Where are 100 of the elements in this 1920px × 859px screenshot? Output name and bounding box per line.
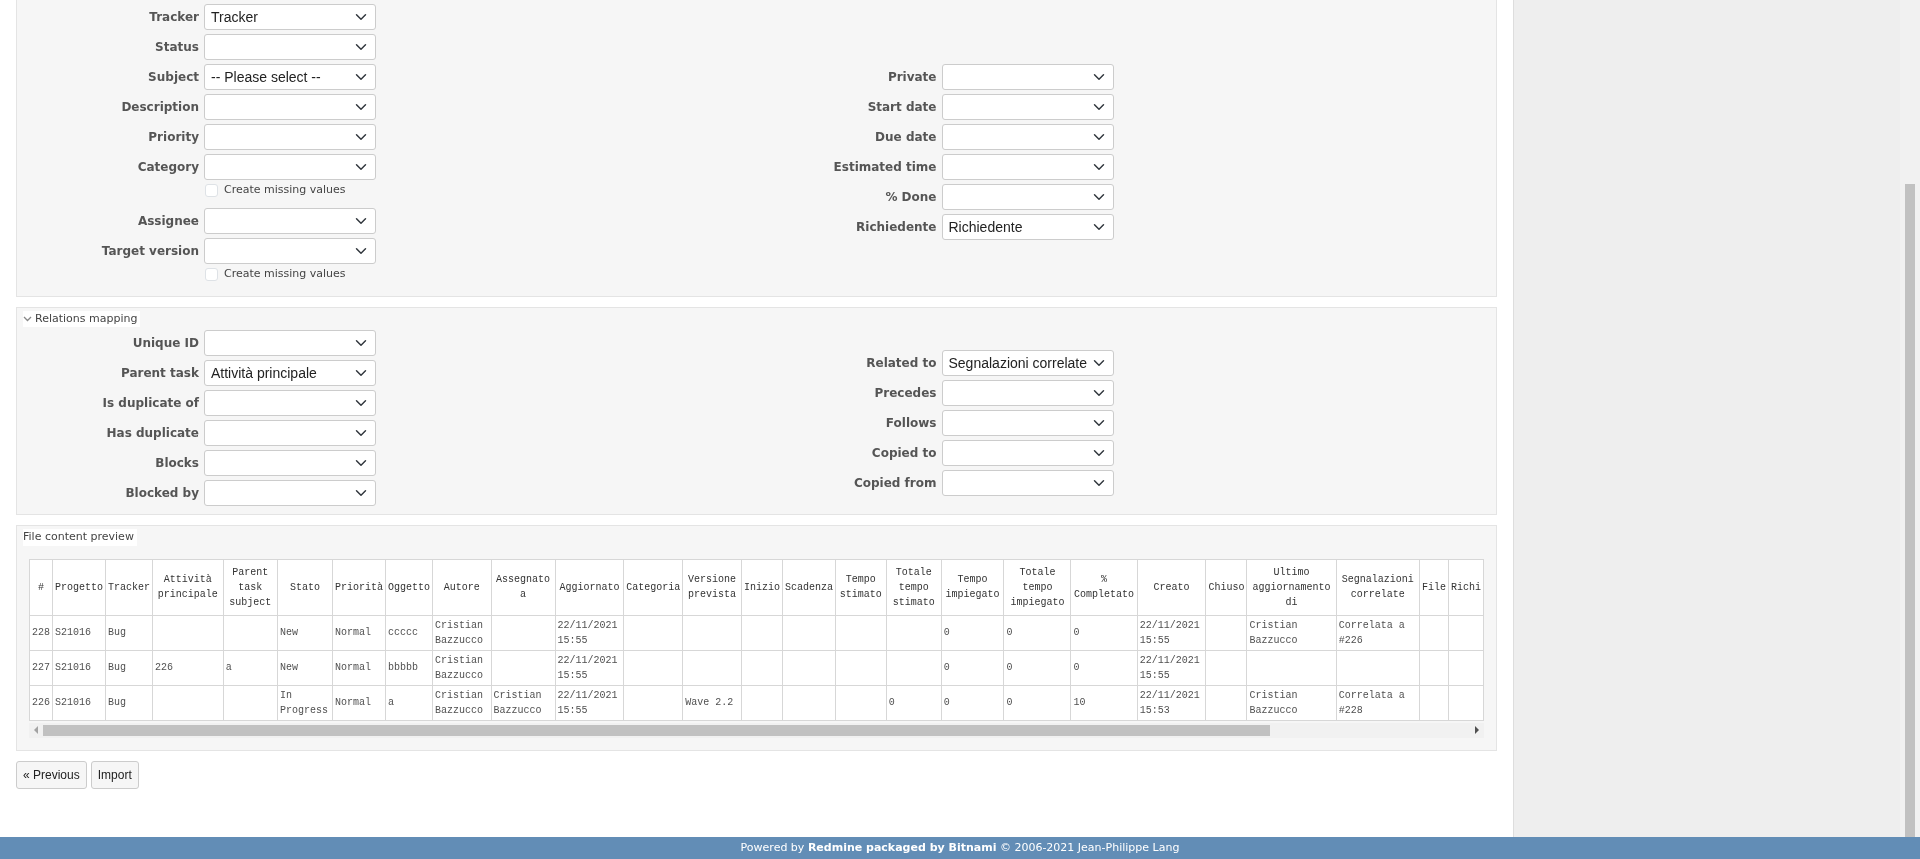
field-label: Description [120,99,199,116]
column-header: Assegnato a [491,559,556,616]
column-header: Richi [1448,559,1484,616]
dropdown-field[interactable]: Tracker [204,4,376,30]
table-cell: 22/11/2021 15:55 [555,615,624,651]
section-legend: Relations mapping [35,310,138,328]
table-cell: New [277,615,333,651]
table-cell: 22/11/2021 15:55 [555,650,624,686]
dropdown-field[interactable] [941,380,1114,407]
field-label: Copied from [852,475,937,493]
field-label: Related to [865,355,937,373]
dropdown-field[interactable] [941,184,1114,210]
field-label: Priority [147,129,199,146]
field-label: Assignee [136,213,199,230]
section-legend: File content preview [23,529,134,546]
column-header: % Completato [1071,559,1138,616]
table-cell: 0 [1071,650,1138,686]
table-cell: S21016 [52,615,106,651]
table-cell: 22/11/2021 15:53 [1137,685,1206,721]
field-label: % Done [884,189,937,206]
checkbox-label: Create missing values [224,266,346,282]
field-label: Unique ID [131,335,199,353]
table-cell: Cristian Bazzucco [1246,615,1337,651]
dropdown-field[interactable] [941,94,1114,120]
dropdown-field[interactable] [204,450,376,477]
column-header: Versione prevista [682,559,742,616]
table-cell: 0 [1071,615,1138,651]
dropdown-field[interactable] [204,420,376,447]
dropdown-field[interactable] [941,440,1114,467]
dropdown-field[interactable] [204,330,376,357]
table-cell: Cristian Bazzucco [491,685,556,721]
column-header: Creato [1137,559,1206,616]
page-scrollbar[interactable] [1900,0,1920,837]
column-header: Tracker [105,559,153,616]
dropdown-field[interactable] [941,64,1114,90]
table-cell: 227 [29,650,53,686]
table-cell: S21016 [52,685,106,721]
table-cell: 22/11/2021 15:55 [1137,615,1206,651]
dropdown-field[interactable]: Attività principale [204,360,376,387]
dropdown-field[interactable] [204,154,376,180]
field-label: Estimated time [832,159,937,176]
table-cell: 228 [29,615,53,651]
dropdown-field[interactable] [204,390,376,417]
footer-text: Powered by Redmine packaged by Bitnami © 2006-2021 Jean-Philippe Lang [740,839,1180,856]
dropdown-field[interactable] [204,94,376,120]
dropdown-field[interactable] [204,124,376,150]
dropdown-field[interactable]: Segnalazioni correlate [941,350,1114,377]
column-header: Totale tempo impiegato [1003,559,1071,616]
table-cell: Bug [105,615,153,651]
field-label: Parent task [119,365,199,383]
field-label: Due date [874,129,937,146]
field-label: Precedes [873,385,937,403]
table-cell: Bug [105,685,153,721]
field-label: Start date [866,99,937,116]
column-header: Tempo impiegato [941,559,1004,616]
checkbox[interactable] [205,184,218,197]
table-cell: Correlata a #226 [1336,615,1420,651]
table-cell: 226 [29,685,53,721]
field-label: Is duplicate of [101,395,199,413]
nav-button[interactable]: Import [90,760,139,789]
dropdown-field[interactable] [204,208,376,234]
chevron-down-icon[interactable] [23,316,32,322]
table-cell: Cristian Bazzucco [1246,685,1337,721]
horizontal-scrollbar[interactable] [29,722,1484,738]
column-header: Priorità [332,559,386,616]
dropdown-field[interactable] [941,154,1114,180]
dropdown-field[interactable] [204,34,376,60]
column-header: Scadenza [782,559,836,616]
table-cell: a [385,685,433,721]
checkbox[interactable] [205,268,218,281]
column-header: Aggiornato [555,559,624,616]
nav-button[interactable]: « Previous [16,760,87,789]
table-cell: 0 [886,685,942,721]
table-cell: 10 [1071,685,1138,721]
dropdown-field[interactable]: Richiedente [941,214,1114,240]
column-header: Chiuso [1205,559,1247,616]
dropdown-field[interactable] [204,480,376,507]
column-header: Ultimo aggiornamento di [1246,559,1337,616]
table-cell: In Progress [277,685,333,721]
field-label: Richiedente [855,219,937,236]
table-cell: bbbbb [385,650,433,686]
table-cell: Normal [332,615,386,651]
dropdown-field[interactable] [204,238,376,264]
table-cell: 0 [941,615,1004,651]
dropdown-field[interactable]: -- Please select -- [204,64,376,90]
table-cell: Cristian Bazzucco [432,650,492,686]
table-cell: 22/11/2021 15:55 [1137,650,1206,686]
table-cell: New [277,650,333,686]
field-label: Status [154,39,199,56]
dropdown-field[interactable] [941,470,1114,497]
table-cell: S21016 [52,650,106,686]
column-header: Stato [277,559,333,616]
field-label: Blocked by [124,485,199,503]
field-label: Subject [147,69,199,86]
dropdown-field[interactable] [941,124,1114,150]
dropdown-field[interactable] [941,410,1114,437]
table-cell: 0 [1003,685,1071,721]
table-cell: 226 [152,650,224,686]
column-header: Parent task subject [223,559,278,616]
column-header: Tempo stimato [835,559,887,616]
